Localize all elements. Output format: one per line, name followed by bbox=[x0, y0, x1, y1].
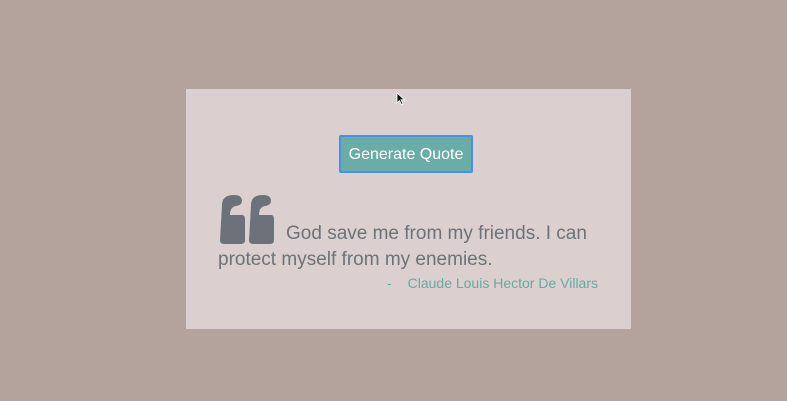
quote-author: - Claude Louis Hector De Villars bbox=[387, 275, 598, 291]
mouse-cursor-icon bbox=[396, 92, 406, 106]
quote-card: Generate Quote God save me from my frien… bbox=[186, 89, 631, 329]
author-dash: - bbox=[387, 275, 392, 291]
quote-block: God save me from my friends. I can prote… bbox=[218, 193, 598, 273]
author-name: Claude Louis Hector De Villars bbox=[407, 275, 598, 291]
page-background: Generate Quote God save me from my frien… bbox=[0, 0, 787, 401]
quote-icon bbox=[220, 195, 274, 244]
generate-quote-button[interactable]: Generate Quote bbox=[339, 135, 473, 173]
